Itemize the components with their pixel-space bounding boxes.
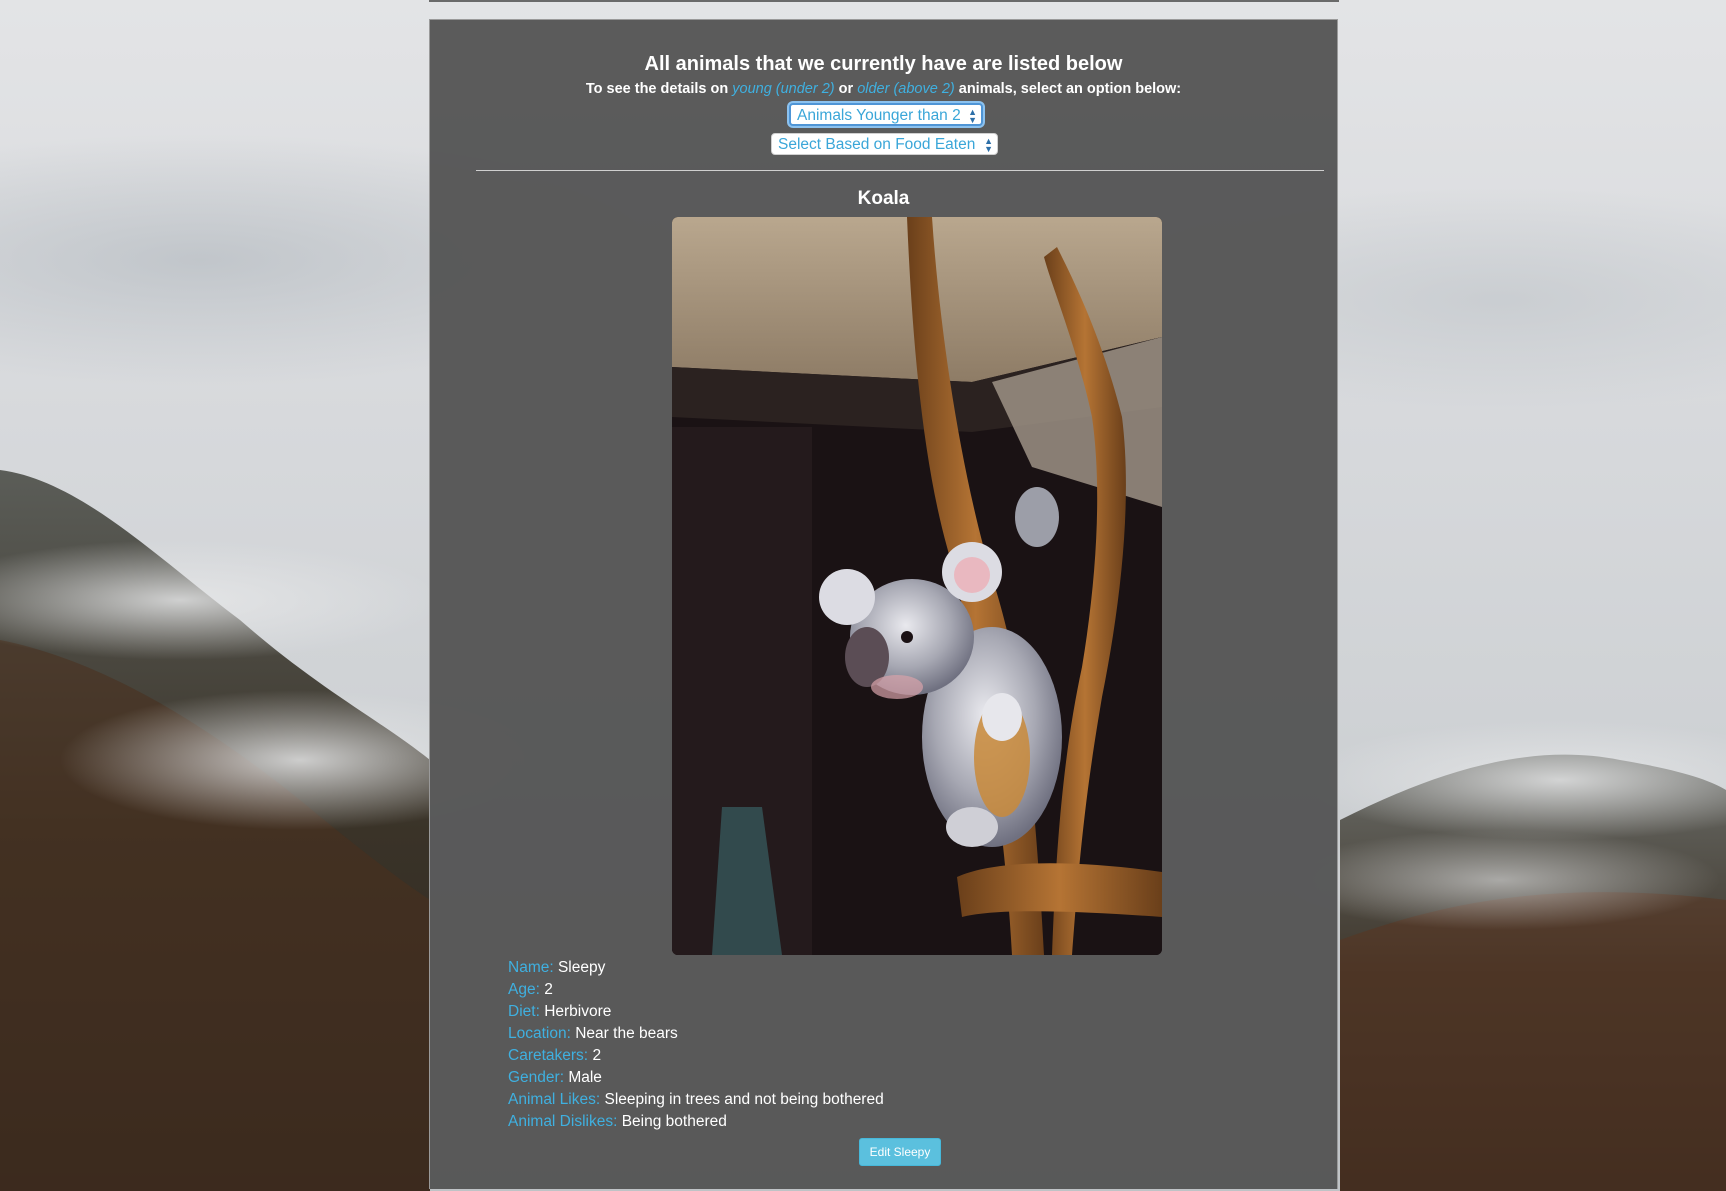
animal-details-list: Name: Sleepy Age: 2 Diet: Herbivore Loca… xyxy=(508,957,884,1133)
older-animals-link[interactable]: older (above 2) xyxy=(857,81,955,97)
detail-label: Location: xyxy=(508,1025,571,1042)
detail-label: Diet: xyxy=(508,1003,540,1020)
instructions-prefix: To see the details on xyxy=(585,81,729,97)
detail-row-likes: Animal Likes: Sleeping in trees and not … xyxy=(508,1089,884,1111)
age-filter-select[interactable]: Animals Younger than 2 ▲ ▼ xyxy=(789,103,983,126)
detail-label: Gender: xyxy=(508,1069,565,1086)
age-filter-value: Animals Younger than 2 xyxy=(797,107,961,124)
animal-species-title: Koala xyxy=(857,188,910,209)
detail-row-name: Name: Sleepy xyxy=(508,957,884,979)
instructions-or: or xyxy=(838,81,854,97)
page-title: All animals that we currently have are l… xyxy=(644,53,1123,75)
detail-value: Sleeping in trees and not being bothered xyxy=(604,1091,884,1108)
animals-panel: All animals that we currently have are l… xyxy=(429,19,1338,1189)
detail-row-location: Location: Near the bears xyxy=(508,1023,884,1045)
detail-row-gender: Gender: Male xyxy=(508,1067,884,1089)
instructions-suffix: animals, select an option below: xyxy=(958,81,1182,97)
detail-value: 2 xyxy=(592,1047,602,1064)
divider xyxy=(476,170,1324,171)
food-filter-select[interactable]: Select Based on Food Eaten ▲ ▼ xyxy=(771,133,998,155)
detail-value: 2 xyxy=(544,981,553,998)
detail-value: Sleepy xyxy=(557,959,606,976)
food-filter-value: Select Based on Food Eaten xyxy=(778,136,976,153)
detail-label: Animal Likes: xyxy=(508,1091,601,1108)
detail-label: Animal Dislikes: xyxy=(508,1113,618,1130)
top-border xyxy=(429,0,1339,2)
young-animals-link[interactable]: young (under 2) xyxy=(732,81,834,97)
select-arrows-icon: ▲ ▼ xyxy=(968,107,977,125)
select-arrows-icon: ▲ ▼ xyxy=(984,136,993,154)
detail-value: Being bothered xyxy=(621,1113,727,1130)
animal-photo xyxy=(672,217,1162,955)
detail-value: Near the bears xyxy=(575,1025,678,1042)
detail-value: Male xyxy=(568,1069,602,1086)
detail-label: Age: xyxy=(508,981,540,998)
detail-row-dislikes: Animal Dislikes: Being bothered xyxy=(508,1111,884,1133)
edit-animal-button[interactable]: Edit Sleepy xyxy=(859,1138,941,1166)
detail-label: Name: xyxy=(508,959,554,976)
detail-row-age: Age: 2 xyxy=(508,979,884,1001)
detail-row-diet: Diet: Herbivore xyxy=(508,1001,884,1023)
instructions-text: To see the details on young (under 2) or… xyxy=(430,81,1337,97)
detail-row-caretakers: Caretakers: 2 xyxy=(508,1045,884,1067)
detail-value: Herbivore xyxy=(544,1003,612,1020)
detail-label: Caretakers: xyxy=(508,1047,589,1064)
